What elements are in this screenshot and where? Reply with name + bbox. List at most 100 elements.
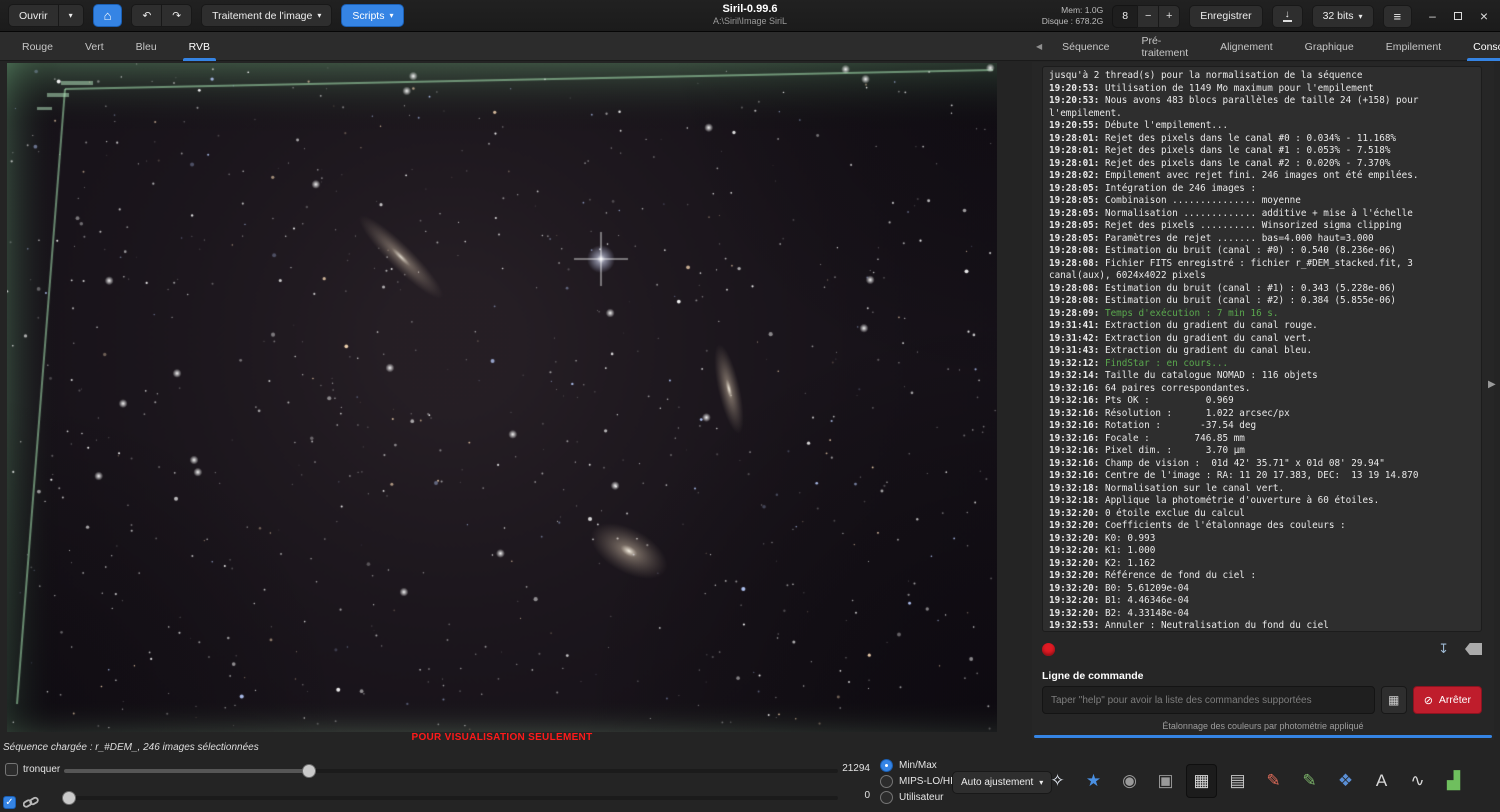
maximize-button[interactable] bbox=[1453, 12, 1462, 20]
threads-plus-button[interactable]: + bbox=[1158, 4, 1181, 28]
console-panel: jusqu'à 2 thread(s) pour la normalisatio… bbox=[1032, 62, 1494, 740]
annotation-icon-button[interactable]: A bbox=[1366, 764, 1397, 798]
star-detection-icon-button[interactable]: ★ bbox=[1078, 764, 1109, 798]
high-cutoff-slider-fill bbox=[64, 769, 310, 773]
console-line: 19:31:43: Extraction du gradient du cana… bbox=[1049, 345, 1313, 356]
memory-label: Mem: 1.0G bbox=[1061, 5, 1104, 15]
image-processing-label: Traitement de l'image bbox=[212, 9, 313, 22]
link-sliders-checkbox[interactable]: ✓ bbox=[3, 796, 16, 809]
tab-pretraitement[interactable]: Pré-traitement bbox=[1125, 32, 1204, 61]
histogram-transform-icon-button[interactable]: ∿ bbox=[1402, 764, 1433, 798]
console-line: 19:28:09: Temps d'exécution : 7 min 16 s… bbox=[1049, 307, 1279, 319]
stop-button-label: Arrêter bbox=[1438, 694, 1471, 706]
open-button[interactable]: Ouvrir bbox=[8, 4, 59, 27]
stop-button[interactable]: ⊘ Arrêter bbox=[1412, 686, 1482, 714]
hamburger-icon: ≡ bbox=[1393, 8, 1402, 24]
chevron-down-icon: ▾ bbox=[389, 11, 394, 20]
high-cutoff-slider[interactable] bbox=[64, 764, 838, 778]
console-line: 19:20:53: Nous avons 483 blocs parallèle… bbox=[1049, 95, 1425, 119]
star-fitting-icon-button[interactable]: ✧ bbox=[1042, 764, 1073, 798]
statistics-icon-button[interactable]: ▟ bbox=[1438, 764, 1469, 798]
scripts-label: Scripts bbox=[352, 9, 385, 22]
console-line: 19:28:01: Rejet des pixels dans le canal… bbox=[1049, 145, 1391, 156]
tab-console[interactable]: Console bbox=[1457, 32, 1500, 61]
sky-canvas[interactable] bbox=[7, 63, 997, 732]
low-cutoff-slider-handle[interactable] bbox=[62, 791, 76, 805]
chevron-down-icon: ▾ bbox=[317, 11, 322, 20]
console-log[interactable]: jusqu'à 2 thread(s) pour la normalisatio… bbox=[1042, 66, 1482, 632]
tabs-scroll-left-icon[interactable]: ◀ bbox=[1032, 42, 1046, 51]
console-line: 19:31:41: Extraction du gradient du cana… bbox=[1049, 320, 1318, 331]
save-as-button[interactable]: ↓ bbox=[1271, 4, 1303, 28]
open-dropdown-button[interactable]: ▾ bbox=[57, 4, 84, 27]
tab-graphique[interactable]: Graphique bbox=[1289, 32, 1370, 61]
minimize-button[interactable]: – bbox=[1429, 10, 1436, 22]
bit-depth-dropdown[interactable]: 32 bits ▾ bbox=[1311, 4, 1374, 28]
console-line: 19:32:20: K2: 1.162 bbox=[1049, 557, 1156, 569]
histogram-transform-icon: ∿ bbox=[1410, 771, 1425, 790]
command-list-button[interactable]: ▦ bbox=[1380, 686, 1407, 714]
console-line: 19:32:53: Annuler : Neutralisation du fo… bbox=[1049, 620, 1329, 631]
console-line: 19:28:08: Estimation du bruit (canal : #… bbox=[1049, 295, 1397, 306]
truncate-checkbox[interactable]: tronquer bbox=[5, 763, 60, 776]
panel-expander-icon[interactable]: ▶ bbox=[1488, 379, 1496, 390]
clear-console-button[interactable] bbox=[1465, 643, 1482, 655]
scripts-button[interactable]: Scripts ▾ bbox=[341, 4, 405, 27]
tab-empilement[interactable]: Empilement bbox=[1370, 32, 1457, 61]
aperture-icon: ▣ bbox=[1157, 771, 1174, 790]
aperture-icon-button[interactable]: ▣ bbox=[1150, 764, 1181, 798]
pixel-grid-icon: ▦ bbox=[1193, 771, 1210, 790]
tab-sequence[interactable]: Séquence bbox=[1046, 32, 1125, 61]
rgb-compositing-icon-button[interactable]: ❖ bbox=[1330, 764, 1361, 798]
logging-indicator-icon bbox=[1042, 642, 1055, 656]
tab-bar: Rouge Vert Bleu RVB ◀ Séquence Pré-trait… bbox=[0, 32, 1500, 61]
low-cutoff-value: 0 bbox=[864, 790, 870, 801]
mode-minmax-label: Min/Max bbox=[899, 760, 937, 771]
console-line: 19:32:18: Applique la photométrie d'ouve… bbox=[1049, 495, 1380, 506]
redo-button[interactable]: ↷ bbox=[161, 4, 193, 27]
image-display-panel bbox=[7, 63, 997, 732]
tab-vert[interactable]: Vert bbox=[69, 32, 120, 61]
high-cutoff-slider-handle[interactable] bbox=[302, 764, 317, 778]
console-line: 19:32:16: Pixel dim. : 3.70 µm bbox=[1049, 445, 1245, 456]
save-button-label: Enregistrer bbox=[1200, 10, 1252, 22]
console-line: 19:28:05: Intégration de 246 images : bbox=[1049, 182, 1257, 194]
home-icon: ⌂ bbox=[103, 8, 112, 23]
sequence-status: Séquence chargée : r_#DEM_, 246 images s… bbox=[3, 742, 259, 753]
tab-bleu[interactable]: Bleu bbox=[120, 32, 173, 61]
tab-alignement[interactable]: Alignement bbox=[1204, 32, 1289, 61]
titlebar-right: Mem: 1.0G Disque : 678.2G 8 − + Enregist… bbox=[1042, 0, 1492, 32]
auto-adjust-dropdown[interactable]: Auto ajustement ▾ bbox=[952, 771, 1053, 794]
console-line: 19:31:42: Extraction du gradient du cana… bbox=[1049, 332, 1313, 344]
command-input[interactable] bbox=[1042, 686, 1375, 714]
gradient-pencil-icon-button[interactable]: ✎ bbox=[1294, 764, 1325, 798]
command-list-icon: ▦ bbox=[1388, 693, 1400, 707]
tab-rouge[interactable]: Rouge bbox=[6, 32, 69, 61]
clear-console-icon bbox=[1465, 643, 1482, 655]
window-subtitle: A:\Siril\Image SiriL bbox=[712, 16, 788, 26]
low-cutoff-slider[interactable] bbox=[62, 791, 838, 805]
close-button[interactable]: × bbox=[1480, 9, 1488, 23]
menu-button[interactable]: ≡ bbox=[1382, 4, 1413, 28]
undo-button[interactable]: ↶ bbox=[131, 4, 163, 27]
sampling-grid-icon-button[interactable]: ▤ bbox=[1222, 764, 1253, 798]
background-samples-icon-button[interactable]: ✎ bbox=[1258, 764, 1289, 798]
mode-minmax-radio[interactable]: Min/Max bbox=[880, 759, 937, 772]
tab-rvb[interactable]: RVB bbox=[173, 32, 226, 61]
home-button[interactable]: ⌂ bbox=[92, 4, 123, 27]
photometry-icon-button[interactable]: ◉ bbox=[1114, 764, 1145, 798]
console-line: 19:20:53: Utilisation de 1149 Mo maximum… bbox=[1049, 82, 1374, 94]
mode-mipslohi-radio[interactable]: MIPS-LO/HI bbox=[880, 775, 953, 788]
save-button[interactable]: Enregistrer bbox=[1189, 4, 1263, 28]
threads-minus-button[interactable]: − bbox=[1137, 4, 1160, 28]
console-line: 19:32:20: K1: 1.000 bbox=[1049, 545, 1156, 556]
mode-user-radio[interactable]: Utilisateur bbox=[880, 791, 943, 804]
image-processing-button[interactable]: Traitement de l'image ▾ bbox=[201, 4, 333, 27]
high-cutoff-value: 21294 bbox=[842, 763, 870, 774]
console-line: 19:32:16: Focale : 746.85 mm bbox=[1049, 432, 1245, 444]
window-title: Siril-0.99.6 bbox=[722, 3, 778, 15]
console-line: 19:28:08: Estimation du bruit (canal : #… bbox=[1049, 245, 1397, 256]
export-log-button[interactable]: ↧ bbox=[1438, 641, 1449, 657]
pixel-grid-icon-button[interactable]: ▦ bbox=[1186, 764, 1217, 798]
workflow-tabs: ◀ Séquence Pré-traitement Alignement Gra… bbox=[1032, 32, 1500, 61]
